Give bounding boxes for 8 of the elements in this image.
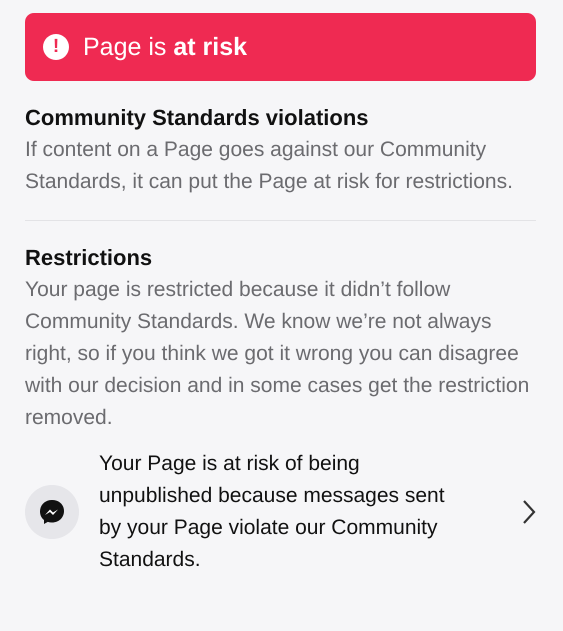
- section-text: Your page is restricted because it didn’t follow Community Standards. We know we’re not always right, so if you think we got it wrong you can disagree with our decision and in some cases get the restriction removed.: [25, 277, 530, 431]
- section-text: If content on a Page goes against our Community Standards, it can put the Page at risk for restrictions.: [25, 137, 514, 195]
- section-heading: Community Standards violations: [25, 105, 370, 131]
- banner-text: Page is at risk: [83, 32, 248, 62]
- alert-icon: !: [43, 34, 69, 60]
- chevron-right-icon[interactable]: [522, 499, 536, 525]
- warning-message: Your Page is at risk of being unpublished because messages sent by your Page violate our Community Standards.: [99, 451, 446, 573]
- section-heading: Restrictions: [25, 245, 154, 271]
